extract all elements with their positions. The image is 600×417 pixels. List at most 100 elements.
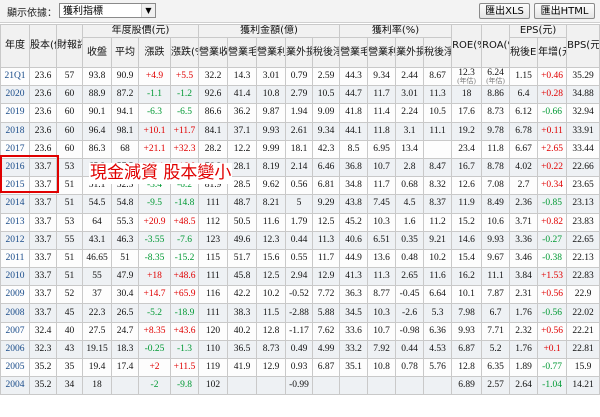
table-cell-s: 55 (56, 230, 83, 250)
table-row: 2014 33.7 51 54.5 54.8 -9.5 -14.8 111 48.7 8.21 5 9… (0, 194, 600, 214)
table-cell-a1: 111 (198, 194, 228, 214)
col-chg-pct: 漲跌(%) (170, 37, 199, 68)
table-cell-r2: 11.7 (367, 176, 397, 196)
table-cell-y[interactable]: 2013 (0, 212, 30, 232)
table-cell-r1: 41.3 (339, 267, 369, 287)
table-cell-e2: +0.22 (537, 157, 568, 178)
table-cell-r2: 9.34 (367, 66, 397, 87)
table-cell-s: 51 (56, 194, 83, 214)
table-cell-d2: +5.5 (170, 66, 199, 87)
table-cell-p1: 96.4 (82, 121, 112, 141)
table-cell-a5: 7.62 (311, 321, 341, 341)
table-cell-a5: 6.81 (311, 176, 341, 196)
table-cell-a3: 9.62 (256, 176, 286, 196)
table-cell-a1: 102 (198, 376, 228, 396)
table-cell-a4: 18.1 (285, 139, 313, 159)
table-cell-p2: 46.3 (111, 230, 139, 250)
col-nonop: 業外損益 (285, 37, 313, 68)
table-cell-a4: 2.94 (285, 267, 313, 287)
table-cell-a2: 38.3 (227, 303, 257, 323)
table-cell-r3: 0.48 (395, 248, 425, 269)
table-cell-a4: 2.79 (285, 85, 313, 105)
table-cell-roe: 15.4 (451, 248, 483, 269)
table-cell-r2: 8.77 (367, 285, 397, 305)
table-cell-s: 43 (56, 339, 83, 360)
table-cell-y[interactable]: 21Q1 (0, 66, 30, 87)
table-cell-y[interactable]: 2018 (0, 121, 30, 141)
table-cell-e1: 2.7 (509, 176, 539, 196)
table-cell-y[interactable]: 2014 (0, 194, 30, 214)
table-cell-a3: 8.73 (256, 339, 286, 360)
table-cell-b: 22.21 (566, 321, 600, 341)
table-cell-p2: 51 (111, 248, 139, 269)
table-cell-a3: 10.2 (256, 285, 286, 305)
table-cell-e2: +0.11 (537, 121, 568, 141)
table-cell-r3: 4.5 (395, 194, 425, 214)
table-cell-p2: 30.4 (111, 285, 139, 305)
table-cell-r4: 11.2 (423, 212, 453, 232)
table-cell-d2: -9.8 (170, 376, 199, 396)
group-eps: EPS(元) (509, 24, 568, 38)
table-cell-y[interactable]: 2020 (0, 85, 30, 105)
table-cell-y[interactable]: 2007 (0, 321, 30, 341)
table-cell-a4: 1.94 (285, 103, 313, 123)
table-cell-r2: 7.45 (367, 194, 397, 214)
table-cell-d2: +11.5 (170, 357, 199, 378)
table-cell-s: 60 (56, 103, 83, 123)
table-cell-roa: 10.6 (481, 212, 511, 232)
table-cell-roa: 8.73 (481, 103, 511, 123)
table-cell-a3: 8.21 (256, 194, 286, 214)
table-cell-d1: -8.35 (138, 248, 171, 269)
table-cell-roa: 6.24 (年估) (481, 66, 511, 87)
col-roa: ROA(%) (481, 24, 511, 68)
table-cell-a5: 10.5 (311, 85, 341, 105)
export-html-button[interactable]: 匯出HTML (534, 3, 595, 19)
table-cell-e2: +0.28 (537, 85, 568, 105)
display-basis-label: 顯示依據： (7, 8, 57, 19)
table-cell-y[interactable]: 2011 (0, 248, 30, 269)
table-cell-b: 34.88 (566, 85, 600, 105)
table-cell-p1: 86.3 (82, 139, 112, 159)
table-cell-p2: 55.3 (111, 212, 139, 232)
display-basis-select[interactable]: 獲利指標 ▼ (59, 3, 156, 18)
table-cell-y[interactable]: 2019 (0, 103, 30, 123)
table-cell-a3: 8.19 (256, 157, 286, 178)
table-cell-e2: +0.56 (537, 285, 568, 305)
chevron-down-icon[interactable]: ▼ (141, 4, 155, 17)
table-cell-r4: 10.2 (423, 248, 453, 269)
table-cell-roe: 16.2 (451, 267, 483, 287)
table-cell-a3: 10.8 (256, 85, 286, 105)
table-cell-c: 33.7 (29, 248, 57, 269)
export-xls-button[interactable]: 匯出XLS (479, 3, 530, 19)
table-cell-y[interactable]: 2006 (0, 339, 30, 360)
col-rating: 財報評分 (56, 24, 83, 68)
table-cell-r3: 3.1 (395, 121, 425, 141)
table-cell-s: 57 (56, 66, 83, 87)
table-cell-e1: 1.76 (509, 339, 539, 360)
table-cell-s: 34 (56, 376, 83, 396)
table-cell-y[interactable]: 2008 (0, 303, 30, 323)
table-cell-y[interactable]: 2012 (0, 230, 30, 250)
table-cell-s: 60 (56, 139, 83, 159)
table-cell-y[interactable]: 2010 (0, 267, 30, 287)
table-cell-a3: 12.8 (256, 321, 286, 341)
table-cell-r2: 10.3 (367, 303, 397, 323)
table-cell-d2: +65.9 (170, 285, 199, 305)
table-cell-r2: 10.7 (367, 321, 397, 341)
table-cell-d1: +20.9 (138, 212, 171, 232)
table-cell-e1: 6.12 (509, 103, 539, 123)
table-cell-y[interactable]: 2004 (0, 376, 30, 396)
table-cell-p2: 94.1 (111, 103, 139, 123)
table-cell-a5: 6.87 (311, 357, 341, 378)
table-cell-a3: 11.6 (256, 212, 286, 232)
table-cell-a4: 0.93 (285, 357, 313, 378)
table-cell-y[interactable]: 2009 (0, 285, 30, 305)
table-cell-e2: -0.27 (537, 230, 568, 250)
col-chg: 漲跌 (138, 37, 171, 68)
table-cell-r3: 0.35 (395, 230, 425, 250)
table-cell-y[interactable]: 2005 (0, 357, 30, 378)
capital-reduction-note: 現金減資 股本變小 (89, 163, 233, 184)
table-cell-r4: 5.3 (423, 303, 453, 323)
table-cell-c: 23.6 (29, 121, 57, 141)
table-cell-roe: 11.9 (451, 194, 483, 214)
